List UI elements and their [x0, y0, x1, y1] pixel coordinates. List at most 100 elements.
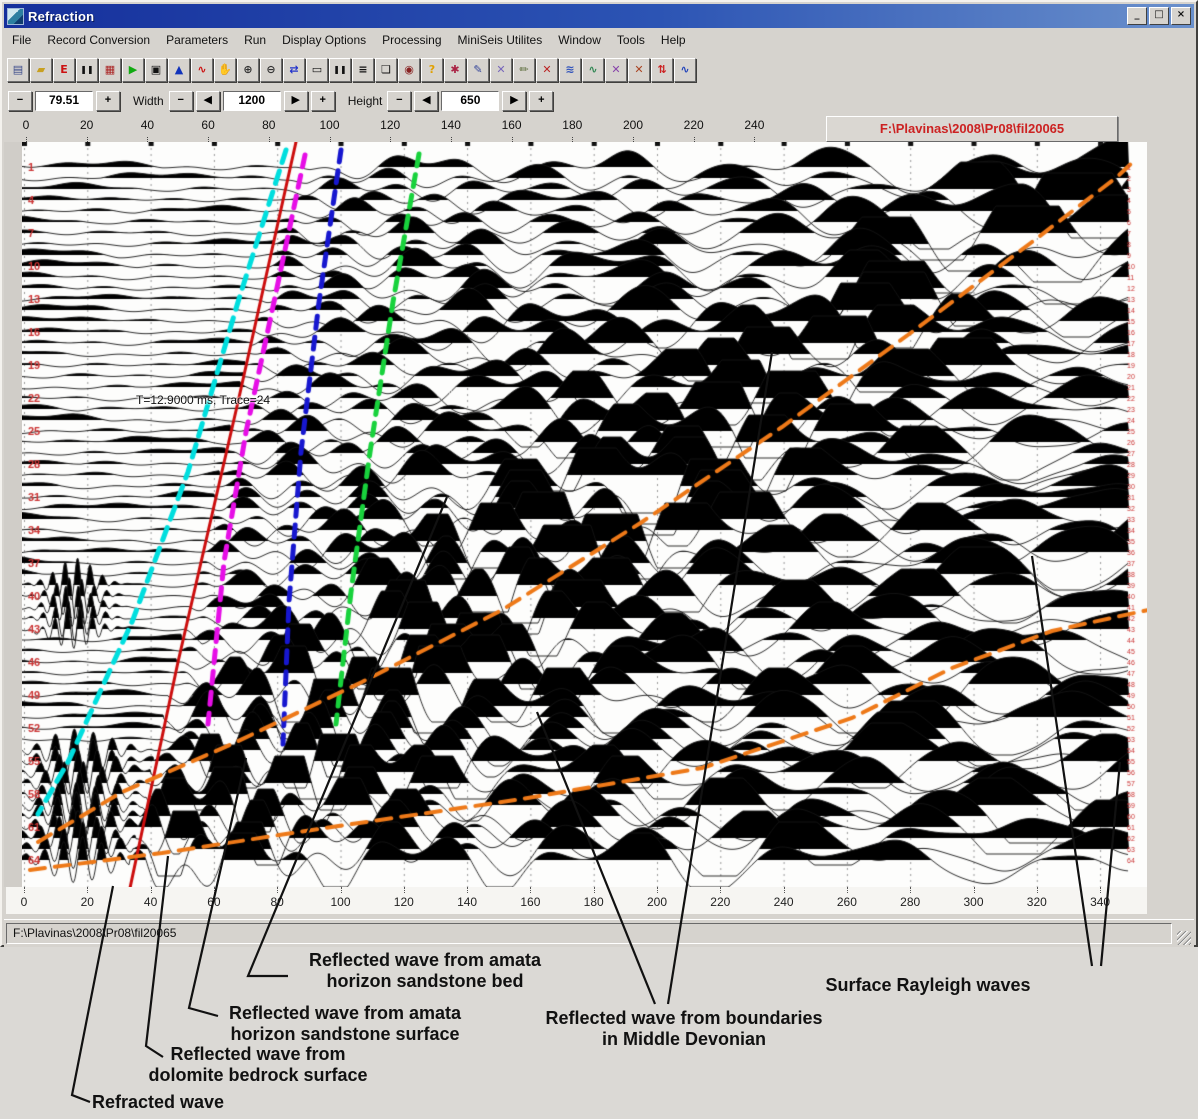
bottom-axis-tick-label: 40: [144, 895, 157, 909]
title-bar[interactable]: Refraction _ □ ×: [4, 4, 1194, 28]
label-amata-bed-line: Reflected wave from amata: [309, 950, 541, 971]
top-axis-tick-label: 240: [744, 118, 764, 132]
maximize-button[interactable]: □: [1149, 7, 1169, 25]
bottom-axis-tick-mark: [24, 887, 26, 893]
layer-model-button[interactable]: ✕: [628, 58, 650, 82]
label-rayleigh: Surface Rayleigh waves: [825, 975, 1030, 996]
label-amata-bed-line: horizon sandstone bed: [309, 971, 541, 992]
height-forward-button[interactable]: ▶: [502, 91, 526, 111]
resize-grip[interactable]: [1177, 931, 1191, 945]
single-window-button[interactable]: ▭: [306, 58, 328, 82]
app-window: Refraction _ □ × FileRecord ConversionPa…: [0, 0, 1198, 947]
menu-item-window[interactable]: Window: [550, 30, 609, 50]
save-convert-button[interactable]: ▦: [99, 58, 121, 82]
stop-record-button[interactable]: ▣: [145, 58, 167, 82]
bottom-axis-tick-label: 260: [837, 895, 857, 909]
bottom-axis-tick-mark: [277, 887, 279, 893]
label-middle-devonian-line: in Middle Devonian: [545, 1029, 822, 1050]
traveltime-curve-button[interactable]: ∿: [582, 58, 604, 82]
gain-value-field[interactable]: 79.51: [35, 91, 93, 111]
menu-item-run[interactable]: Run: [236, 30, 274, 50]
amplitude-plot-button[interactable]: ▲: [168, 58, 190, 82]
gain-decrease-button[interactable]: −: [8, 91, 32, 111]
edit-picks-button[interactable]: ✏: [513, 58, 535, 82]
zoom-out-button[interactable]: ⊖: [260, 58, 282, 82]
help-button[interactable]: ?: [421, 58, 443, 82]
height-back-button[interactable]: ◀: [414, 91, 438, 111]
file-path-label[interactable]: F:\Plavinas\2008\Pr08\fil20065: [826, 116, 1118, 142]
minimize-button[interactable]: _: [1127, 7, 1147, 25]
new-record-button[interactable]: ▤: [7, 58, 29, 82]
top-axis-tick-label: 80: [262, 118, 275, 132]
gain-increase-button[interactable]: +: [96, 91, 120, 111]
menu-item-miniseis-utilites[interactable]: MiniSeis Utilites: [450, 30, 551, 50]
equalize-traces-button[interactable]: ≡: [352, 58, 374, 82]
bottom-axis-tick-label: 20: [81, 895, 94, 909]
menu-item-record-conversion[interactable]: Record Conversion: [39, 30, 158, 50]
top-axis-tick-label: 200: [623, 118, 643, 132]
bottom-axis-tick-label: 160: [520, 895, 540, 909]
label-refracted-line: Refracted wave: [92, 1092, 224, 1113]
height-value-field[interactable]: 650: [441, 91, 499, 111]
bottom-axis-tick-label: 0: [21, 895, 28, 909]
bottom-axis-tick-label: 140: [457, 895, 477, 909]
toolbar: ▤▰E❚❚▦▶▣▲∿✋⊕⊖⇄▭❚❚≡❏◉?✱✎✕✏✕≋∿✕✕⇅∿: [4, 52, 1194, 87]
pan-hand-button[interactable]: ✋: [214, 58, 236, 82]
bottom-axis-tick-mark: [530, 887, 532, 893]
geometry-setup-button[interactable]: ✱: [444, 58, 466, 82]
top-axis-tick-label: 120: [380, 118, 400, 132]
menu-item-tools[interactable]: Tools: [609, 30, 653, 50]
screenshot-root: { "window": { "title": "Refraction", "co…: [0, 0, 1198, 1119]
menu-bar: FileRecord ConversionParametersRunDispla…: [4, 28, 1194, 52]
height-increase-button[interactable]: +: [529, 91, 553, 111]
wiggle-trace-button[interactable]: ∿: [191, 58, 213, 82]
smooth-curve-button[interactable]: ∿: [674, 58, 696, 82]
label-dolomite-line: Reflected wave from: [148, 1044, 367, 1065]
bottom-axis-tick-mark: [974, 887, 976, 893]
menu-item-processing[interactable]: Processing: [374, 30, 449, 50]
survey-report-button[interactable]: ✎: [467, 58, 489, 82]
edit-header-button[interactable]: E: [53, 58, 75, 82]
bottom-axis-tick-mark: [1100, 887, 1102, 893]
cascade-windows-button[interactable]: ❏: [375, 58, 397, 82]
swap-polarity-button[interactable]: ⇄: [283, 58, 305, 82]
depth-markers-button[interactable]: ⇅: [651, 58, 673, 82]
width-increase-button[interactable]: +: [311, 91, 335, 111]
top-axis-tick-label: 160: [502, 118, 522, 132]
bottom-axis-tick-label: 180: [584, 895, 604, 909]
label-amata-surface: Reflected wave from amatahorizon sandsto…: [229, 1003, 461, 1045]
width-decrease-button[interactable]: −: [169, 91, 193, 111]
width-back-button[interactable]: ◀: [196, 91, 220, 111]
bottom-axis-tick-label: 340: [1090, 895, 1110, 909]
delete-picks-button[interactable]: ✕: [536, 58, 558, 82]
velocity-curves-button[interactable]: ≋: [559, 58, 581, 82]
menu-item-file[interactable]: File: [4, 30, 39, 50]
run-acquisition-button[interactable]: ▶: [122, 58, 144, 82]
open-file-button[interactable]: ▰: [30, 58, 52, 82]
close-button[interactable]: ×: [1171, 7, 1191, 25]
dual-trace-button[interactable]: ❚❚: [329, 58, 351, 82]
cursor-readout: T=12.9000 ms, Trace=24: [136, 393, 270, 407]
menu-item-parameters[interactable]: Parameters: [158, 30, 236, 50]
bottom-axis-tick-mark: [1037, 887, 1039, 893]
bottom-axis-tick-mark: [910, 887, 912, 893]
bottom-axis-tick-mark: [720, 887, 722, 893]
label-middle-devonian: Reflected wave from boundariesin Middle …: [545, 1008, 822, 1050]
width-value-field[interactable]: 1200: [223, 91, 281, 111]
crossplot-button[interactable]: ✕: [490, 58, 512, 82]
network-source-button[interactable]: ◉: [398, 58, 420, 82]
seismogram-canvas[interactable]: [22, 142, 1147, 887]
crossing-curves-button[interactable]: ✕: [605, 58, 627, 82]
zoom-in-button[interactable]: ⊕: [237, 58, 259, 82]
window-title: Refraction: [28, 9, 94, 24]
top-axis-tick-label: 180: [562, 118, 582, 132]
bottom-axis-tick-mark: [341, 887, 343, 893]
label-amata-surface-line: horizon sandstone surface: [229, 1024, 461, 1045]
status-text: F:\Plavinas\2008\Pr08\fil20065: [6, 923, 1172, 944]
width-forward-button[interactable]: ▶: [284, 91, 308, 111]
pause-display-button[interactable]: ❚❚: [76, 58, 98, 82]
height-decrease-button[interactable]: −: [387, 91, 411, 111]
menu-item-display-options[interactable]: Display Options: [274, 30, 374, 50]
menu-item-help[interactable]: Help: [653, 30, 694, 50]
bottom-axis-tick-label: 60: [207, 895, 220, 909]
